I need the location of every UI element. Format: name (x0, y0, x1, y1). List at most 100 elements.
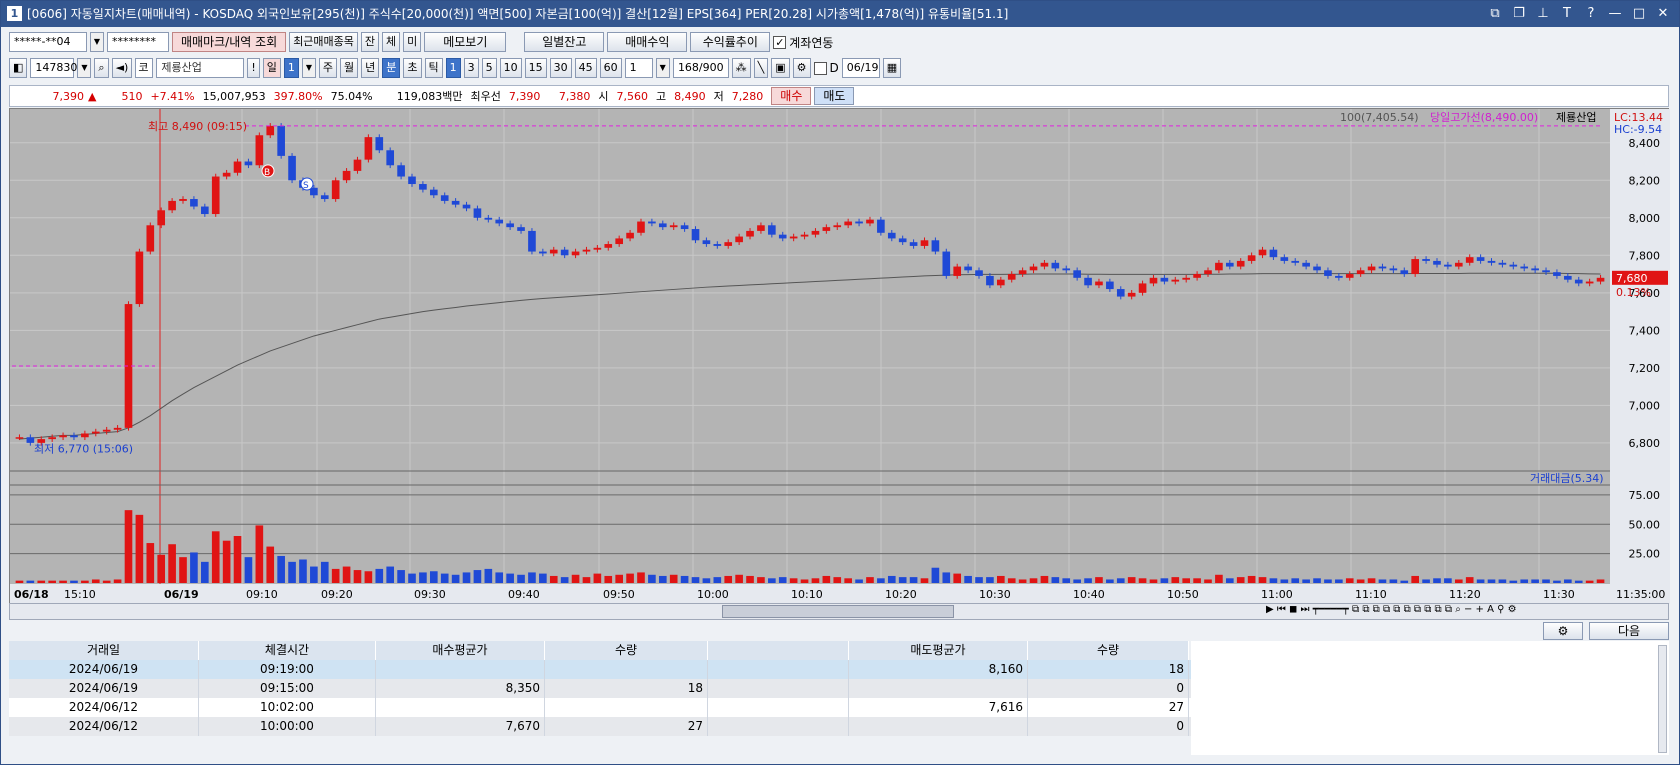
period-day-count[interactable]: 1 (283, 58, 299, 78)
date-checkbox[interactable] (813, 61, 827, 75)
minimize-icon[interactable]: — (1607, 6, 1623, 22)
minute-1[interactable]: 1 (445, 58, 461, 78)
maximize-icon[interactable]: □ (1631, 6, 1647, 22)
stock-code-field[interactable]: 147830 (30, 58, 77, 78)
daily-balance-button[interactable]: 일별잔고 (524, 32, 605, 52)
price-chart[interactable]: 8,400 8,200 8,000 7,800 7,600 7,400 7,200 7,000… (9, 108, 1670, 604)
period-minute[interactable]: 분 (382, 58, 401, 78)
volume-bar (1302, 579, 1310, 583)
chevron-down-icon[interactable]: ▼ (90, 32, 104, 52)
recent-trades-button[interactable]: 최근매매종목 (289, 32, 358, 52)
gear-icon[interactable]: ⚙ (1543, 622, 1583, 640)
candle-body (1204, 270, 1212, 275)
trade-profit-button[interactable]: 매매수익 (607, 32, 688, 52)
volume-bar (669, 574, 678, 583)
period-second[interactable]: 초 (403, 58, 422, 78)
custom-period-field[interactable]: 1 (624, 58, 653, 78)
indicator-icon[interactable]: ⁂ (731, 58, 751, 78)
minute-45[interactable]: 45 (574, 58, 597, 78)
alert-button[interactable]: ! (247, 58, 260, 78)
password-field[interactable]: ******** (107, 32, 169, 52)
candle-body (364, 137, 373, 160)
candle-body (1476, 257, 1485, 261)
draw-line-icon[interactable]: ╲ (753, 58, 769, 78)
chart-svg[interactable]: 8,4008,2008,0007,8007,6007,4007,2007,000… (10, 109, 1670, 604)
candle-body (157, 210, 166, 226)
account-field[interactable]: *****-**04 (9, 32, 87, 52)
chevron-down-icon[interactable]: ▼ (77, 58, 92, 78)
next-button[interactable]: 다음 (1589, 622, 1669, 640)
market-label: 코 (135, 58, 154, 78)
minute-10[interactable]: 10 (499, 58, 522, 78)
candle-body (81, 433, 89, 438)
search-icon[interactable]: ⌕ (94, 58, 109, 78)
buy-button[interactable]: 매수 (771, 87, 812, 105)
gear-icon[interactable]: ⚙ (792, 58, 811, 78)
copy-icon[interactable]: ❐ (1511, 6, 1527, 22)
chart-nav-icons[interactable]: ▶ ⏮ ◼ ⏭ ┯━━━━┯ ⧉ ⧉ ⧉ ⧉ ⧉ ⧉ ⧉ ⧉ ⧉ ⧉ ⌕ − +… (1266, 604, 1517, 615)
executed-button[interactable]: 체 (382, 32, 401, 52)
volume-bar (124, 510, 133, 583)
sell-button[interactable]: 매도 (814, 87, 855, 105)
candle-body (1062, 268, 1071, 271)
return-trend-button[interactable]: 수익률추이 (690, 32, 771, 52)
save-icon[interactable]: ▣ (771, 58, 790, 78)
period-week[interactable]: 주 (318, 58, 338, 78)
memo-button[interactable]: 메모보기 (424, 32, 507, 52)
minute-60[interactable]: 60 (599, 58, 622, 78)
minute-15[interactable]: 15 (524, 58, 547, 78)
stock-name-field[interactable]: 제룡산업 (156, 58, 245, 78)
balance-button[interactable]: 잔 (360, 32, 380, 52)
period-day[interactable]: 일 (262, 58, 281, 78)
table-row[interactable]: 2024/06/12 10:00:00 7,670 27 0 (9, 717, 1191, 736)
calendar-icon[interactable]: ▦ (882, 58, 902, 78)
period-year[interactable]: 년 (361, 58, 380, 78)
account-link-checkbox[interactable]: ✓ (773, 35, 787, 49)
scroll-thumb[interactable] (722, 605, 954, 618)
table-row[interactable]: 2024/06/19 09:19:00 8,160 18 (9, 660, 1191, 679)
volume-bar (615, 574, 623, 583)
table-row[interactable]: 2024/06/12 10:02:00 7,616 27 (9, 698, 1191, 717)
period-tick[interactable]: 틱 (424, 58, 443, 78)
trade-table: 거래일 체결시간 매수평균가 수량 매도평균가 수량 2024/06/19 09… (9, 641, 1191, 736)
chart-scrollbar[interactable]: ▶ ⏮ ◼ ⏭ ┯━━━━┯ ⧉ ⧉ ⧉ ⧉ ⧉ ⧉ ⧉ ⧉ ⧉ ⧉ ⌕ − +… (9, 603, 1669, 620)
candle-body (1509, 264, 1518, 267)
panel-icon[interactable]: ◧ (9, 58, 28, 78)
close-icon[interactable]: ✕ (1655, 6, 1671, 22)
candle-body (517, 227, 525, 231)
volume-bar (288, 561, 296, 583)
candle-body (539, 251, 547, 254)
speaker-icon[interactable]: ◄) (111, 58, 133, 78)
cell-buy-qty (545, 698, 708, 717)
volume-bar (789, 578, 798, 583)
chevron-down-icon[interactable]: ▼ (655, 58, 670, 78)
minute-3[interactable]: 3 (463, 58, 479, 78)
table-row[interactable]: 2024/06/19 09:15:00 8,350 18 0 (9, 679, 1191, 698)
volume-bar (310, 566, 318, 583)
pin-icon[interactable]: ⊥ (1535, 6, 1551, 22)
link-icon[interactable]: ⧉ (1487, 6, 1503, 22)
candle-body (975, 270, 983, 276)
candle-body (1313, 266, 1321, 271)
volume-bar (822, 575, 831, 583)
candle-body (691, 229, 700, 241)
table-scrollbar[interactable] (1658, 645, 1667, 753)
header-sell-qty: 수량 (1028, 641, 1189, 660)
minute-5[interactable]: 5 (481, 58, 497, 78)
help-icon[interactable]: ? (1583, 6, 1599, 22)
period-month[interactable]: 월 (340, 58, 359, 78)
unexecuted-button[interactable]: 미 (403, 32, 422, 52)
candle-body (593, 247, 602, 250)
chevron-down-icon[interactable]: ▼ (301, 58, 316, 78)
volume-bar (582, 577, 591, 583)
font-icon[interactable]: T (1559, 6, 1575, 22)
candle-body (953, 266, 962, 276)
y-tick-label: 7,400 (1629, 324, 1661, 337)
minute-30[interactable]: 30 (549, 58, 572, 78)
date-field[interactable]: 06/19 (841, 58, 880, 78)
marks-button[interactable]: 매매마크/내역 조회 (172, 32, 287, 52)
bid-price: 7,380 (558, 89, 591, 103)
header-blank (708, 641, 849, 660)
data-range-field[interactable]: 168/900 (672, 58, 729, 78)
candle-body (473, 208, 482, 218)
